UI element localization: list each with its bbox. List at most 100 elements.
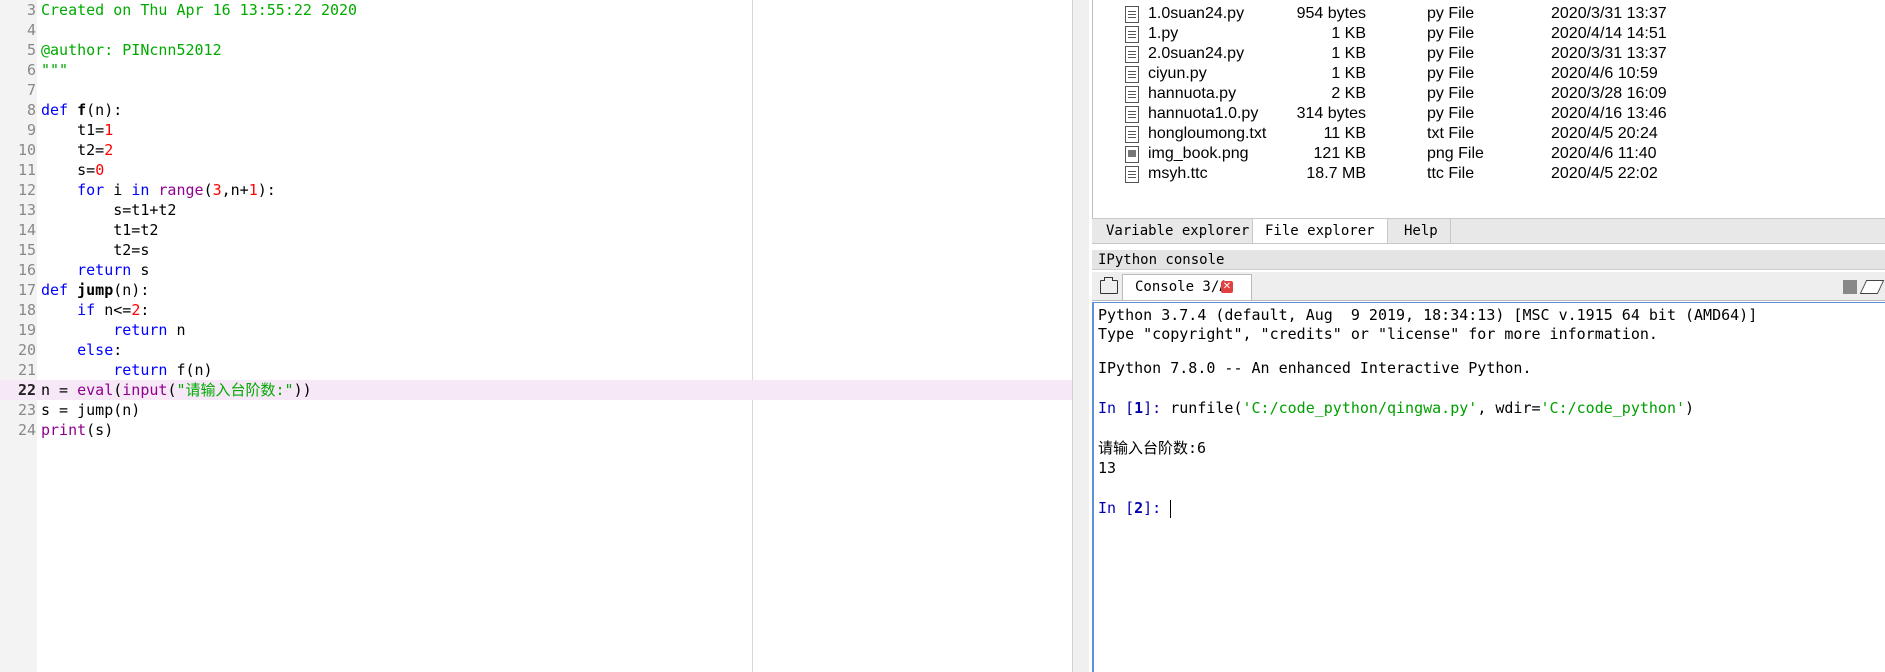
code-line[interactable]: 13 s=t1+t2 (0, 200, 1072, 220)
tab-variable-explorer[interactable]: Variable explorer (1094, 219, 1263, 243)
folder-icon[interactable] (1100, 277, 1118, 294)
code-text: @author: PINcnn52012 (41, 40, 222, 60)
code-token: (n): (113, 281, 150, 299)
file-icon (1125, 106, 1139, 123)
line-number: 16 (17, 261, 36, 279)
console-tab[interactable]: Console 3/A ✕ (1122, 274, 1252, 300)
console-banner-line: Python 3.7.4 (default, Aug 9 2019, 18:34… (1098, 306, 1758, 324)
code-token: f (77, 101, 87, 119)
file-row[interactable]: msyh.ttc 18.7 MB ttc File 2020/4/5 22:02 (1093, 162, 1885, 186)
code-text: def f(n): (41, 100, 122, 120)
code-token: return (77, 261, 132, 279)
code-line[interactable]: 16 return s (0, 260, 1072, 280)
eraser-icon[interactable] (1859, 280, 1885, 294)
code-text: return n (41, 320, 185, 340)
explorer-tabs[interactable]: Variable explorer File explorer Help (1092, 218, 1885, 244)
code-text: t1=1 (41, 120, 113, 140)
line-number: 21 (17, 361, 36, 379)
code-line[interactable]: 23 s = jump(n) (0, 400, 1072, 420)
code-text: """ (41, 60, 68, 80)
code-token: i (104, 181, 132, 199)
code-line[interactable]: 19 return n (0, 320, 1072, 340)
in-prompt: In [ (1098, 499, 1135, 517)
stop-icon[interactable] (1843, 280, 1857, 294)
code-line[interactable]: 21 return f(n) (0, 360, 1072, 380)
code-line[interactable]: 24 print(s) (0, 420, 1072, 440)
code-text: Created on Thu Apr 16 13:55:22 2020 (41, 0, 357, 20)
in-prompt: ]: (1143, 499, 1171, 517)
code-line[interactable]: 6 """ (0, 60, 1072, 80)
close-icon[interactable]: ✕ (1221, 281, 1233, 293)
pane-splitter[interactable] (1072, 0, 1089, 672)
console-command: ) (1685, 399, 1695, 417)
code-line[interactable]: 17 def jump(n): (0, 280, 1072, 300)
code-token: )) (293, 381, 312, 399)
line-number: 11 (17, 161, 36, 179)
code-line[interactable]: 10 t2=2 (0, 140, 1072, 160)
code-token: print (41, 421, 87, 439)
code-line[interactable]: 7 (0, 80, 1072, 100)
line-number: 3 (26, 1, 36, 19)
console-string: 'C:/code_python/qingwa.py' (1242, 399, 1478, 417)
code-line[interactable]: 3 Created on Thu Apr 16 13:55:22 2020 (0, 0, 1072, 20)
file-icon (1125, 166, 1139, 183)
line-number: 9 (26, 121, 36, 139)
code-token: for (77, 181, 105, 199)
console-input-line[interactable]: In [2]: (1098, 498, 1172, 518)
line-number: 23 (17, 401, 36, 419)
in-prompt-number: 1 (1134, 399, 1144, 417)
tab-file-explorer[interactable]: File explorer (1252, 219, 1388, 243)
code-line[interactable]: 14 t1=t2 (0, 220, 1072, 240)
code-token: Created on Thu Apr 16 13:55:22 2020 (41, 1, 358, 19)
code-token: s= (41, 161, 96, 179)
file-type: ttc File (1427, 165, 1475, 182)
code-token: 2 (104, 141, 114, 159)
code-line[interactable]: 4 (0, 20, 1072, 40)
code-line[interactable]: 20 else: (0, 340, 1072, 360)
code-token: n = (41, 381, 78, 399)
console-command: runfile( (1170, 399, 1243, 417)
line-number: 19 (17, 321, 36, 339)
code-line[interactable]: 5 @author: PINcnn52012 (0, 40, 1072, 60)
code-text: t2=2 (41, 140, 113, 160)
code-token: """ (41, 61, 69, 79)
code-token: return (113, 361, 168, 379)
code-line[interactable]: 12 for i in range(3,n+1): (0, 180, 1072, 200)
code-token: f(n) (167, 361, 213, 379)
code-token: else (77, 341, 114, 359)
line-number: 14 (17, 221, 36, 239)
code-text: if n<=2: (41, 300, 149, 320)
code-line[interactable]: 18 if n<=2: (0, 300, 1072, 320)
console-output-line: 请输入台阶数:6 (1098, 439, 1207, 457)
code-token: return (113, 321, 168, 339)
code-line[interactable]: 9 t1=1 (0, 120, 1072, 140)
line-number: 17 (17, 281, 36, 299)
code-token: t1=t2 (41, 221, 159, 239)
tab-help[interactable]: Help (1392, 219, 1451, 243)
file-explorer[interactable]: 1.0suan24.py 954 bytes py File 2020/3/31 13… (1092, 0, 1885, 218)
file-icon (1125, 86, 1139, 103)
console-pane-title: IPython console (1092, 250, 1885, 270)
code-text: t1=t2 (41, 220, 158, 240)
code-line[interactable]: 8 def f(n): (0, 100, 1072, 120)
file-icon (1125, 6, 1139, 23)
code-token: t1= (41, 121, 105, 139)
console-banner-line: IPython 7.8.0 -- An enhanced Interactive… (1098, 359, 1532, 377)
code-token: t2=s (41, 241, 150, 259)
console-output[interactable]: Python 3.7.4 (default, Aug 9 2019, 18:34… (1092, 302, 1885, 672)
console-command: , wdir= (1477, 399, 1541, 417)
code-editor[interactable]: 3 Created on Thu Apr 16 13:55:22 2020 4 5 @a… (0, 0, 1072, 672)
code-token: (n): (86, 101, 123, 119)
file-size: 18.7 MB (1306, 165, 1366, 182)
code-line[interactable]: 15 t2=s (0, 240, 1072, 260)
image-file-icon (1125, 146, 1139, 163)
code-token: : (140, 301, 150, 319)
code-line[interactable]: 11 s=0 (0, 160, 1072, 180)
code-line-current[interactable]: 22 n = eval(input("请输入台阶数:")) (0, 380, 1072, 400)
line-number: 24 (17, 421, 36, 439)
console-tab-bar: Console 3/A ✕ (1092, 272, 1885, 301)
in-prompt: In [ (1098, 399, 1135, 417)
